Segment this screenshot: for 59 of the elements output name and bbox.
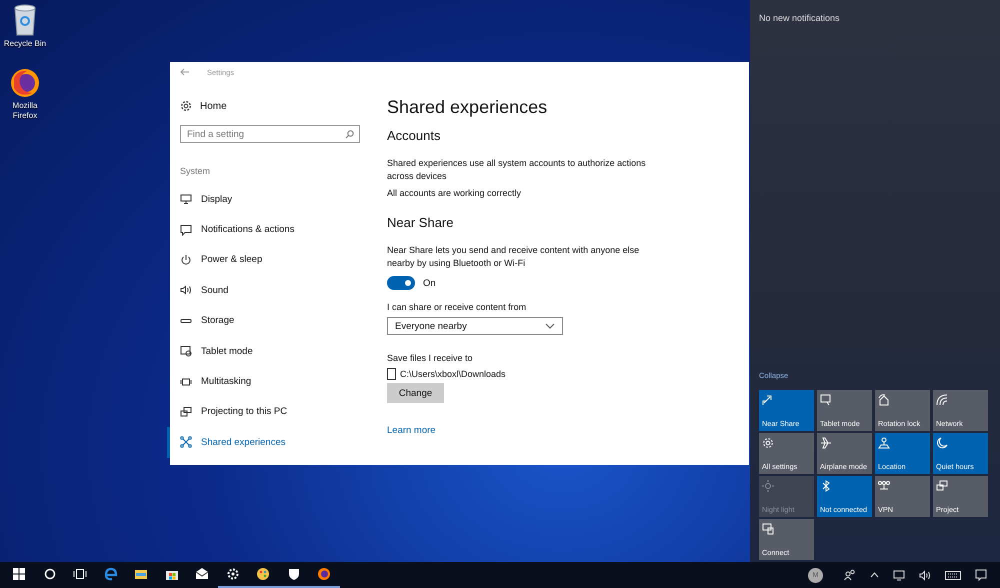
- network-icon[interactable]: [893, 570, 905, 580]
- nav-item[interactable]: Multitasking: [167, 366, 375, 397]
- chevron-down-icon: [545, 323, 555, 329]
- nav-item[interactable]: Sound: [167, 275, 375, 306]
- sun-icon: [762, 480, 774, 492]
- projector-icon: [936, 480, 948, 492]
- airplane-icon: [820, 437, 832, 449]
- document-icon: [387, 368, 396, 380]
- nav-item[interactable]: Tablet mode: [167, 336, 375, 366]
- toggle-switch[interactable]: [387, 276, 415, 290]
- settings-icon: [180, 100, 192, 112]
- field-label: I can share or receive content from: [387, 302, 526, 312]
- window-icon: [180, 376, 192, 388]
- notifications-status: No new notifications: [759, 13, 841, 23]
- monitor-icon: [180, 193, 192, 206]
- learn-more-link[interactable]: Learn more: [387, 425, 436, 436]
- speech-bubble-icon: [180, 224, 192, 236]
- nav-item[interactable]: Power & sleep: [167, 244, 375, 276]
- nav-item[interactable]: Projecting to this PC: [167, 396, 375, 428]
- location-icon: [878, 437, 890, 449]
- search-icon: [345, 130, 354, 138]
- back-arrow-icon[interactable]: [180, 68, 190, 76]
- desktop-icon-label[interactable]: Recycle Bin: [2, 39, 48, 49]
- description-text: Shared experiences use all system accounts to authorize actions across devices: [387, 157, 647, 182]
- chevron-up-icon[interactable]: [870, 572, 879, 578]
- keyboard-icon[interactable]: [945, 570, 961, 580]
- settings-icon: [762, 437, 774, 449]
- section-heading: System: [180, 166, 212, 176]
- section-heading: Accounts: [387, 128, 440, 143]
- notification-icon[interactable]: [975, 569, 987, 581]
- nav-item[interactable]: Display: [167, 184, 375, 214]
- section-heading: Near Share: [387, 215, 454, 230]
- nav-item[interactable]: Shared experiences: [167, 427, 375, 458]
- vpn-icon: [878, 480, 890, 492]
- description-text: Near Share lets you send and receive content with anyone else nearby by using Bluetooth or Wi-Fi: [387, 244, 640, 269]
- change-button[interactable]: Change: [387, 383, 444, 403]
- page-title: Shared experiences: [387, 97, 548, 118]
- share-icon: [762, 394, 774, 406]
- signal-icon: [936, 394, 948, 406]
- bluetooth-icon: [820, 480, 832, 492]
- desktop-icon-label[interactable]: Mozilla Firefox: [2, 101, 48, 121]
- power-icon: [180, 254, 192, 266]
- share-icon: [180, 436, 192, 448]
- moon-icon: [936, 437, 948, 449]
- dropdown[interactable]: Everyone nearby: [387, 317, 563, 335]
- status-text: All accounts are working correctly: [387, 188, 522, 198]
- folder-path: C:\Users\xboxl\Downloads: [400, 369, 506, 379]
- firefox-icon[interactable]: [10, 68, 40, 98]
- search-field[interactable]: Find a setting: [180, 125, 360, 143]
- recycle-bin-icon[interactable]: [12, 4, 38, 36]
- projector-icon: [180, 406, 192, 418]
- toggle-label: On: [423, 278, 436, 288]
- nav-item[interactable]: Storage: [167, 306, 375, 336]
- people-icon[interactable]: [844, 569, 856, 581]
- speaker-icon: [180, 284, 192, 296]
- home-link[interactable]: Home: [180, 98, 375, 114]
- nav-item[interactable]: Notifications & actions: [167, 214, 375, 245]
- field-label: Save files I receive to: [387, 353, 473, 363]
- speaker-icon[interactable]: [919, 570, 931, 580]
